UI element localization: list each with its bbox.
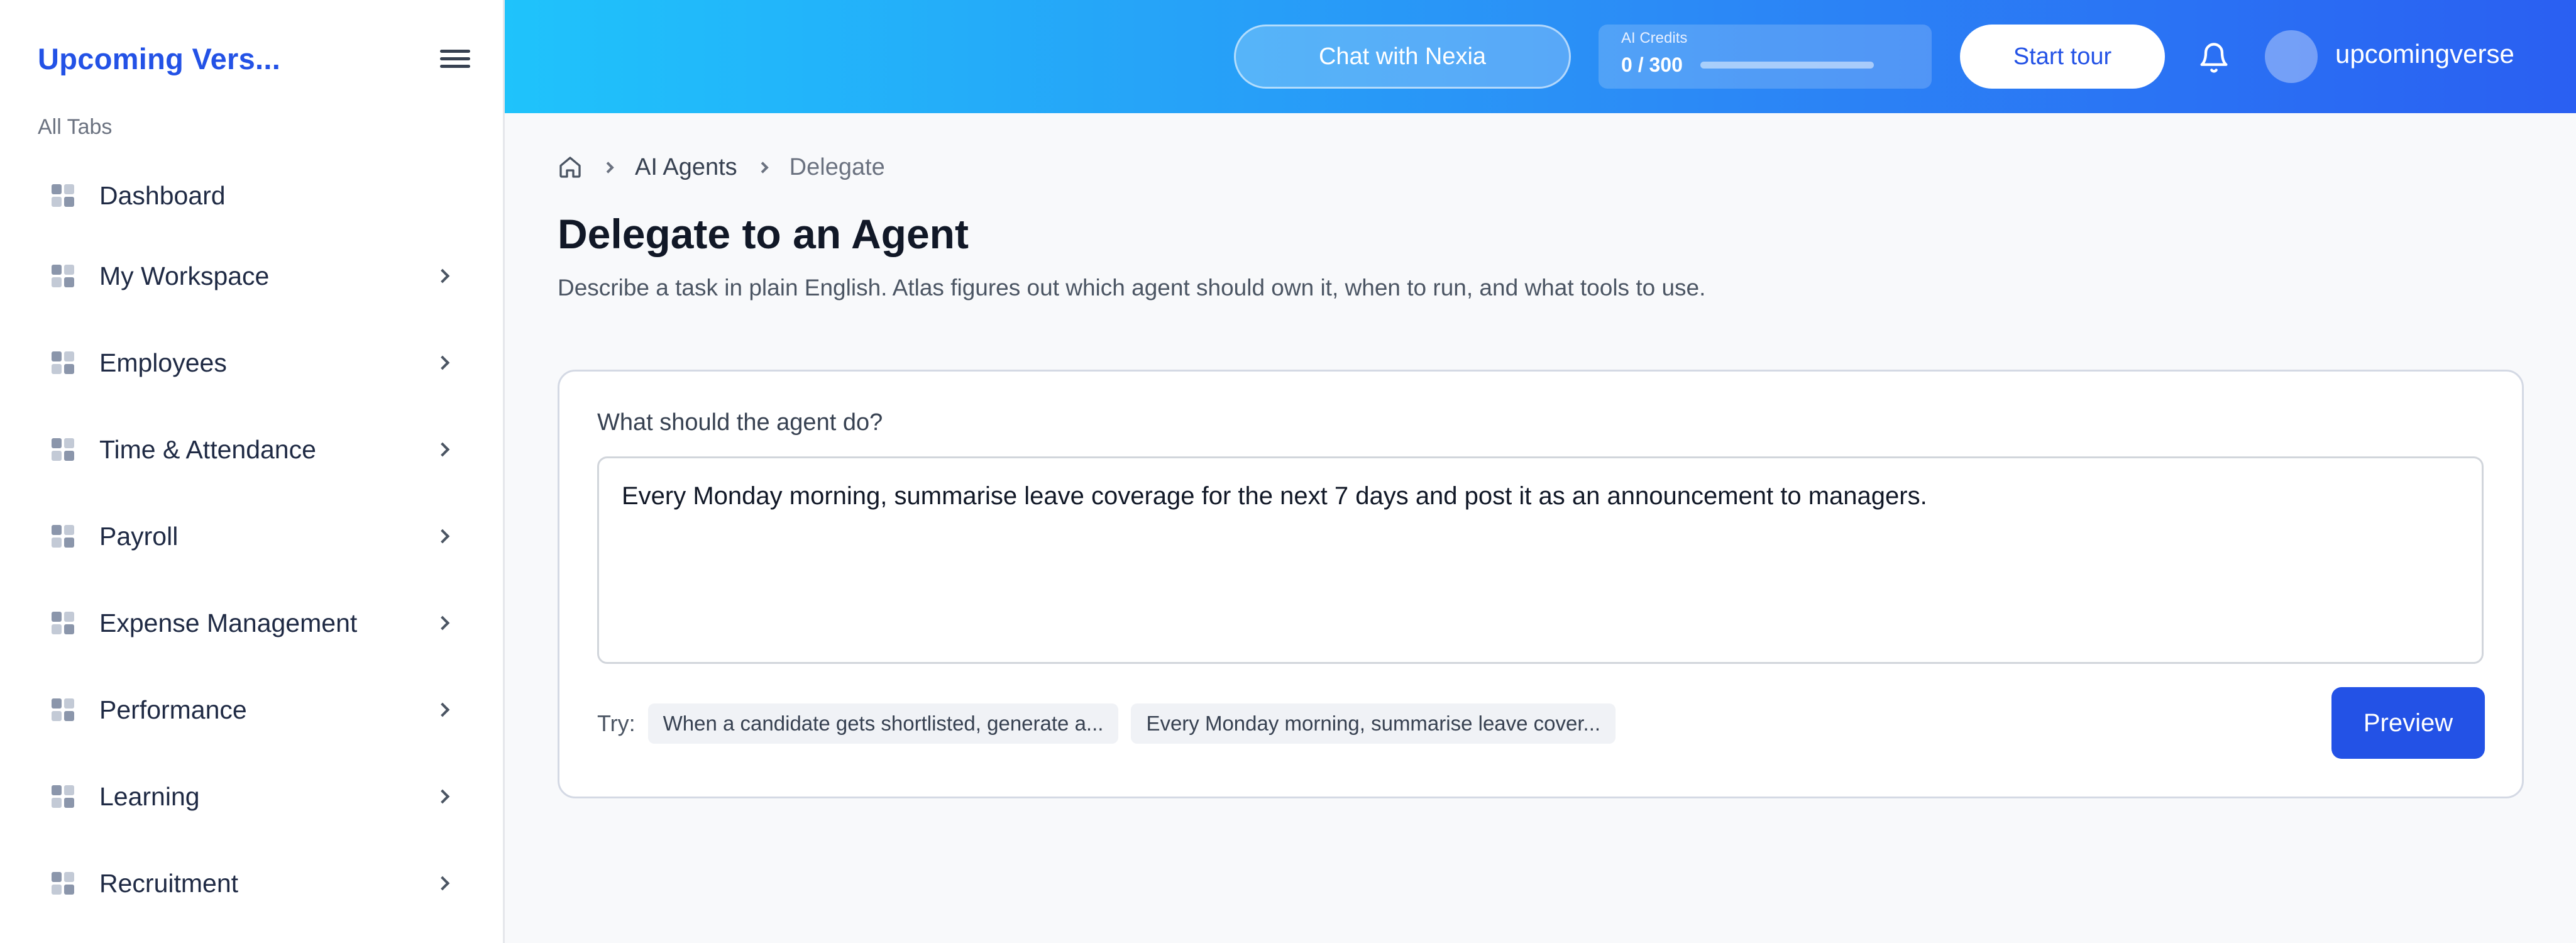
chevron-right-icon — [435, 789, 450, 804]
task-input[interactable]: Every Monday morning, summarise leave co… — [597, 456, 2484, 664]
chevron-right-icon — [435, 355, 450, 370]
delegate-card: What should the agent do? Every Monday m… — [558, 370, 2524, 798]
chevron-right-icon — [435, 529, 450, 544]
sidebar-nav: Dashboard My Workspace Employees Time & … — [0, 158, 503, 927]
grid-icon — [52, 698, 74, 721]
chevron-right-icon — [435, 268, 450, 284]
chevron-right-icon — [435, 442, 450, 457]
credits-row: 0 / 300 — [1621, 53, 1909, 77]
main-content: Chat with Nexia AI Credits 0 / 300 Start… — [505, 0, 2576, 943]
bell-icon[interactable] — [2198, 40, 2230, 75]
grid-icon — [52, 872, 74, 895]
sidebar-item-label: Time & Attendance — [99, 434, 316, 464]
sidebar-item-label: Employees — [99, 348, 227, 377]
grid-icon — [52, 612, 74, 634]
grid-icon — [52, 525, 74, 548]
chat-with-nexia-button[interactable]: Chat with Nexia — [1234, 25, 1571, 89]
chevron-right-icon — [602, 161, 614, 174]
sidebar: Upcoming Vers... All Tabs Dashboard My W… — [0, 0, 505, 943]
sidebar-item-expense-management[interactable]: Expense Management — [0, 580, 503, 666]
suggestion-chip[interactable]: Every Monday morning, summarise leave co… — [1131, 703, 1616, 744]
menu-icon[interactable] — [439, 46, 471, 71]
preview-button[interactable]: Preview — [2331, 687, 2485, 759]
sidebar-item-dashboard[interactable]: Dashboard — [0, 158, 503, 233]
sidebar-item-my-workspace[interactable]: My Workspace — [0, 233, 503, 319]
page-title: Delegate to an Agent — [558, 211, 969, 257]
section-label: All Tabs — [38, 115, 113, 139]
sidebar-item-label: Recruitment — [99, 868, 239, 898]
username[interactable]: upcomingverse — [2335, 39, 2514, 69]
chevron-right-icon — [756, 161, 769, 174]
sidebar-item-learning[interactable]: Learning — [0, 753, 503, 840]
sidebar-header: Upcoming Vers... — [38, 36, 471, 80]
task-field-label: What should the agent do? — [597, 409, 883, 436]
credits-label: AI Credits — [1621, 30, 1688, 47]
sidebar-item-label: Performance — [99, 695, 247, 724]
chevron-right-icon — [435, 615, 450, 631]
avatar[interactable] — [2265, 30, 2318, 83]
app-root: Upcoming Vers... All Tabs Dashboard My W… — [0, 0, 2576, 943]
brand-name: Upcoming Vers... — [38, 41, 281, 75]
breadcrumb-ai-agents[interactable]: AI Agents — [635, 154, 737, 181]
breadcrumb-delegate: Delegate — [789, 153, 885, 180]
try-label: Try: — [597, 710, 636, 736]
sidebar-item-label: Expense Management — [99, 608, 358, 637]
grid-icon — [52, 351, 74, 374]
page-description: Describe a task in plain English. Atlas … — [558, 275, 1706, 301]
suggestions-row: Try: When a candidate gets shortlisted, … — [597, 703, 1628, 744]
grid-icon — [52, 438, 74, 461]
topbar: Chat with Nexia AI Credits 0 / 300 Start… — [505, 0, 2576, 113]
grid-icon — [52, 785, 74, 808]
credits-progress-bar — [1700, 62, 1874, 69]
sidebar-item-recruitment[interactable]: Recruitment — [0, 840, 503, 927]
grid-icon — [52, 265, 74, 287]
chevron-right-icon — [435, 702, 450, 717]
sidebar-item-payroll[interactable]: Payroll — [0, 493, 503, 580]
grid-icon — [52, 184, 74, 207]
start-tour-button[interactable]: Start tour — [1960, 25, 2165, 89]
chevron-right-icon — [435, 876, 450, 891]
suggestion-chip[interactable]: When a candidate gets shortlisted, gener… — [647, 703, 1119, 744]
sidebar-item-time-attendance[interactable]: Time & Attendance — [0, 406, 503, 493]
sidebar-item-label: Learning — [99, 781, 200, 811]
home-icon[interactable] — [558, 155, 583, 180]
sidebar-item-label: My Workspace — [99, 261, 270, 290]
ai-credits-widget: AI Credits 0 / 300 — [1599, 25, 1932, 89]
sidebar-item-performance[interactable]: Performance — [0, 666, 503, 753]
sidebar-item-label: Payroll — [99, 521, 179, 551]
breadcrumb: AI Agents Delegate — [558, 151, 885, 184]
sidebar-item-employees[interactable]: Employees — [0, 319, 503, 406]
sidebar-item-label: Dashboard — [99, 180, 226, 210]
credits-value: 0 / 300 — [1621, 53, 1683, 76]
